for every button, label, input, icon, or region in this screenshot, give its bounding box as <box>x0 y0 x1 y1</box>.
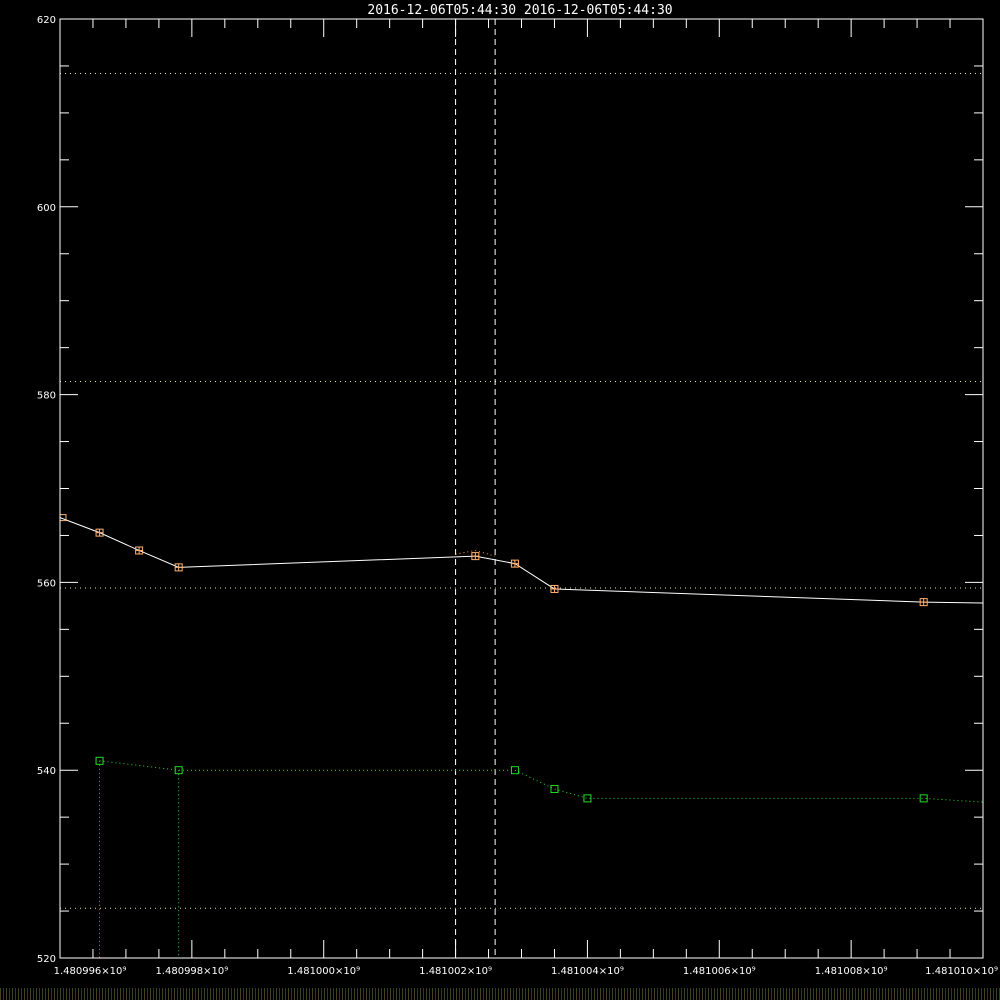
data-point <box>510 766 519 775</box>
data-series <box>59 514 984 958</box>
x-tick-label: 1.481008×10⁹ <box>815 966 888 977</box>
series-line <box>99 760 984 803</box>
series-line <box>59 517 984 604</box>
y-tick-label: 580 <box>37 391 56 402</box>
x-tick-label: 1.481006×10⁹ <box>683 966 756 977</box>
x-tick-label: 1.481000×10⁹ <box>287 966 360 977</box>
series-2 <box>95 756 984 958</box>
axes: 520 540 560 580 600 620 1.480996×10⁹ 1.480998×1… <box>37 15 998 977</box>
y-tick-label: 620 <box>37 15 56 26</box>
bottom-noise-strip <box>0 988 1000 1000</box>
series-0 <box>59 514 984 607</box>
data-point <box>550 784 559 793</box>
plot-frame <box>59 18 984 959</box>
reference-lines <box>60 72 983 909</box>
y-tick-label: 600 <box>37 203 56 214</box>
x-tick-label: 1.480996×10⁹ <box>54 966 127 977</box>
x-tick-label: 1.481004×10⁹ <box>551 966 624 977</box>
y-tick-label: 560 <box>37 578 56 589</box>
time-markers <box>455 19 496 958</box>
x-tick-label: 1.481002×10⁹ <box>419 966 492 977</box>
y-tick-label: 540 <box>37 766 56 777</box>
x-tick-label: 1.481010×10⁹ <box>925 966 998 977</box>
chart: 2016-12-06T05:44:30 2016-12-06T05:44:30 … <box>37 3 998 977</box>
x-tick-label: 1.480998×10⁹ <box>155 966 228 977</box>
chart-title: 2016-12-06T05:44:30 2016-12-06T05:44:30 <box>367 3 672 18</box>
y-tick-label: 520 <box>37 954 56 965</box>
